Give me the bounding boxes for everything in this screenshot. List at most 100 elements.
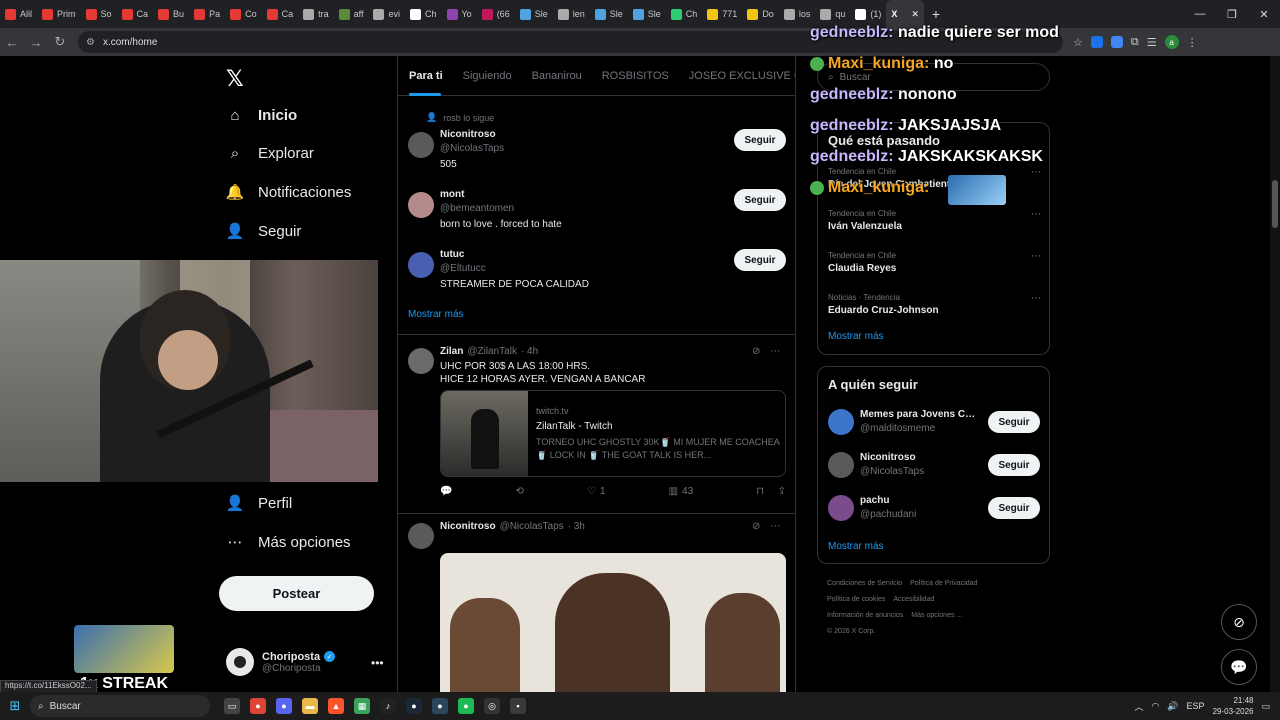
site-info-icon[interactable]: ⚙ bbox=[86, 37, 95, 48]
browser-tab[interactable]: tra bbox=[298, 0, 334, 28]
follow-button[interactable]: Seguir bbox=[988, 454, 1040, 476]
grok-icon[interactable]: ⊘ bbox=[752, 521, 760, 532]
trending-show-more[interactable]: Mostrar más bbox=[828, 331, 884, 342]
browser-tab[interactable]: Ch bbox=[666, 0, 703, 28]
account-switcher[interactable]: Choriposta ✓ @Choriposta bbox=[226, 648, 336, 676]
notification-icon[interactable]: ▭ bbox=[1261, 701, 1270, 712]
tweet-more-icon[interactable]: ⋯ bbox=[770, 346, 780, 357]
extension-icon[interactable] bbox=[1110, 36, 1123, 48]
nav-item-notificaciones[interactable]: 🔔 Notificaciones bbox=[226, 183, 352, 202]
nav-item-perfil[interactable]: 👤 Perfil bbox=[226, 494, 293, 513]
grok-icon[interactable]: ⊘ bbox=[752, 346, 760, 357]
account-name[interactable]: mont bbox=[440, 189, 464, 200]
tweet-author-handle[interactable]: @ZilanTalk bbox=[467, 346, 517, 357]
who-to-follow-item[interactable]: Memes para Jovens CL... @malditosmeme Segu… bbox=[828, 409, 1041, 439]
tiktok-icon[interactable]: ♪ bbox=[380, 698, 396, 714]
app-icon[interactable]: ▪ bbox=[510, 698, 526, 714]
share-icon[interactable]: ⇪ bbox=[778, 486, 786, 497]
account-name[interactable]: Niconitroso bbox=[860, 452, 978, 463]
discord-icon[interactable]: ● bbox=[276, 698, 292, 714]
steam-icon[interactable]: ● bbox=[406, 698, 422, 714]
brave-icon[interactable]: ▲ bbox=[328, 698, 344, 714]
follow-button[interactable]: Seguir bbox=[734, 249, 786, 271]
tab-joseo-exclusive-club[interactable]: JOSEO EXCLUSIVE CLUB bbox=[689, 70, 795, 82]
tray-chevron-icon[interactable]: ︿ bbox=[1134, 700, 1143, 713]
taskbar-search[interactable]: ⌕ Buscar bbox=[30, 695, 210, 717]
follow-button[interactable]: Seguir bbox=[988, 497, 1040, 519]
footer-link[interactable]: Accesibilidad bbox=[893, 596, 934, 603]
messages-button[interactable]: 💬 bbox=[1221, 649, 1257, 685]
tweet-more-icon[interactable]: ⋯ bbox=[770, 521, 780, 532]
browser-tab[interactable]: Bu bbox=[153, 0, 189, 28]
footer-link[interactable]: Condiciones de Servicio bbox=[827, 580, 902, 587]
browser-tab[interactable]: (66 bbox=[477, 0, 515, 28]
avatar[interactable] bbox=[408, 523, 434, 549]
avatar[interactable] bbox=[828, 495, 854, 521]
trend-item[interactable]: Tendencia en Chile Claudia Reyes ⋯ bbox=[828, 251, 1041, 274]
sidebar-icon[interactable]: ☰ bbox=[1147, 36, 1157, 49]
folder-icon[interactable]: ▬ bbox=[302, 698, 318, 714]
bookmark-star-icon[interactable]: ☆ bbox=[1073, 36, 1083, 49]
tab-close-icon[interactable]: ✕ bbox=[911, 9, 919, 20]
page-scrollbar[interactable] bbox=[1270, 56, 1280, 692]
browser-tab[interactable]: Sle bbox=[628, 0, 666, 28]
who-to-follow-show-more[interactable]: Mostrar más bbox=[828, 541, 884, 552]
avatar[interactable] bbox=[408, 252, 434, 278]
footer-link[interactable]: Política de Privacidad bbox=[910, 580, 977, 587]
browser-tab[interactable]: Do bbox=[742, 0, 779, 28]
tweet-image[interactable] bbox=[440, 553, 786, 692]
browser-tab[interactable]: len bbox=[553, 0, 590, 28]
close-window-icon[interactable]: ✕ bbox=[1248, 0, 1280, 28]
account-name[interactable]: tutuc bbox=[440, 249, 464, 260]
trend-item[interactable]: Tendencia en Chile Iván Valenzuela ⋯ bbox=[828, 209, 1041, 232]
nav-item-más-opciones[interactable]: ⋯ Más opciones bbox=[226, 533, 351, 552]
browser-tab[interactable]: Ca bbox=[117, 0, 154, 28]
tab-rosbisitos[interactable]: ROSBISITOS bbox=[602, 70, 669, 82]
browser-tab[interactable]: Sle bbox=[590, 0, 628, 28]
volume-icon[interactable]: 🔊 bbox=[1167, 701, 1178, 712]
restore-icon[interactable]: ❐ bbox=[1216, 0, 1248, 28]
avatar[interactable] bbox=[828, 409, 854, 435]
tweet-author-name[interactable]: Niconitroso bbox=[440, 521, 496, 532]
nav-item-explorar[interactable]: ⌕ Explorar bbox=[226, 144, 314, 162]
bookmark-icon[interactable]: ⊓ bbox=[756, 486, 764, 497]
like-button[interactable]: ♡ 1 bbox=[587, 486, 606, 497]
post-button[interactable]: Postear bbox=[219, 576, 374, 611]
profile-avatar-icon[interactable]: a bbox=[1164, 35, 1179, 49]
trend-more-icon[interactable]: ⋯ bbox=[1031, 251, 1041, 262]
trend-more-icon[interactable]: ⋯ bbox=[1031, 293, 1041, 304]
windows-start-icon[interactable]: ⊞ bbox=[0, 698, 30, 714]
clock[interactable]: 21:48 29-03-2026 bbox=[1213, 695, 1254, 717]
new-tab-button[interactable]: + bbox=[924, 6, 948, 22]
footer-link[interactable]: Más opciones ... bbox=[911, 612, 962, 619]
steam-icon[interactable]: ● bbox=[432, 698, 448, 714]
account-name[interactable]: Memes para Jovens CL... bbox=[860, 409, 978, 420]
avatar[interactable] bbox=[828, 452, 854, 478]
grok-button[interactable]: ⊘ bbox=[1221, 604, 1257, 640]
tweet-time[interactable]: · 4h bbox=[521, 346, 538, 357]
obs-icon[interactable]: ◎ bbox=[484, 698, 500, 714]
who-to-follow-item[interactable]: pachu @pachudani Seguir bbox=[828, 495, 1041, 525]
tab-bananirou[interactable]: Bananirou bbox=[532, 70, 582, 82]
suggested-account[interactable]: mont @bemeantomen born to love . forced to… bbox=[408, 189, 788, 242]
browser-tab[interactable]: Ca bbox=[262, 0, 299, 28]
spotify-icon[interactable]: ● bbox=[458, 698, 474, 714]
tweet-author-name[interactable]: Zilan bbox=[440, 346, 463, 357]
chrome-icon[interactable]: ● bbox=[250, 698, 266, 714]
trend-item[interactable]: Noticias · Tendencia Eduardo Cruz-Johnson… bbox=[828, 293, 1041, 316]
suggested-account[interactable]: Niconitroso @NicolasTaps 505 Seguir bbox=[408, 129, 788, 182]
footer-link[interactable]: © 2026 X Corp. bbox=[827, 628, 875, 635]
follow-button[interactable]: Seguir bbox=[988, 411, 1040, 433]
browser-tab[interactable]: aff bbox=[334, 0, 369, 28]
task-view-icon[interactable]: ▭ bbox=[224, 698, 240, 714]
browser-tab[interactable]: So bbox=[81, 0, 117, 28]
views-button[interactable]: ▥ 43 bbox=[669, 486, 694, 497]
reply-icon[interactable]: 💬 bbox=[440, 486, 452, 497]
browser-tab[interactable]: evi bbox=[368, 0, 405, 28]
puzzle-icon[interactable]: ⧉ bbox=[1131, 36, 1139, 49]
tweet-time[interactable]: · 3h bbox=[568, 521, 585, 532]
back-icon[interactable]: ← bbox=[0, 35, 24, 50]
browser-tab[interactable]: Prim bbox=[37, 0, 81, 28]
suggested-account[interactable]: tutuc @Eltutucc STREAMER DE POCA CALIDAD Se… bbox=[408, 249, 788, 302]
footer-link[interactable]: Información de anuncios bbox=[827, 612, 903, 619]
